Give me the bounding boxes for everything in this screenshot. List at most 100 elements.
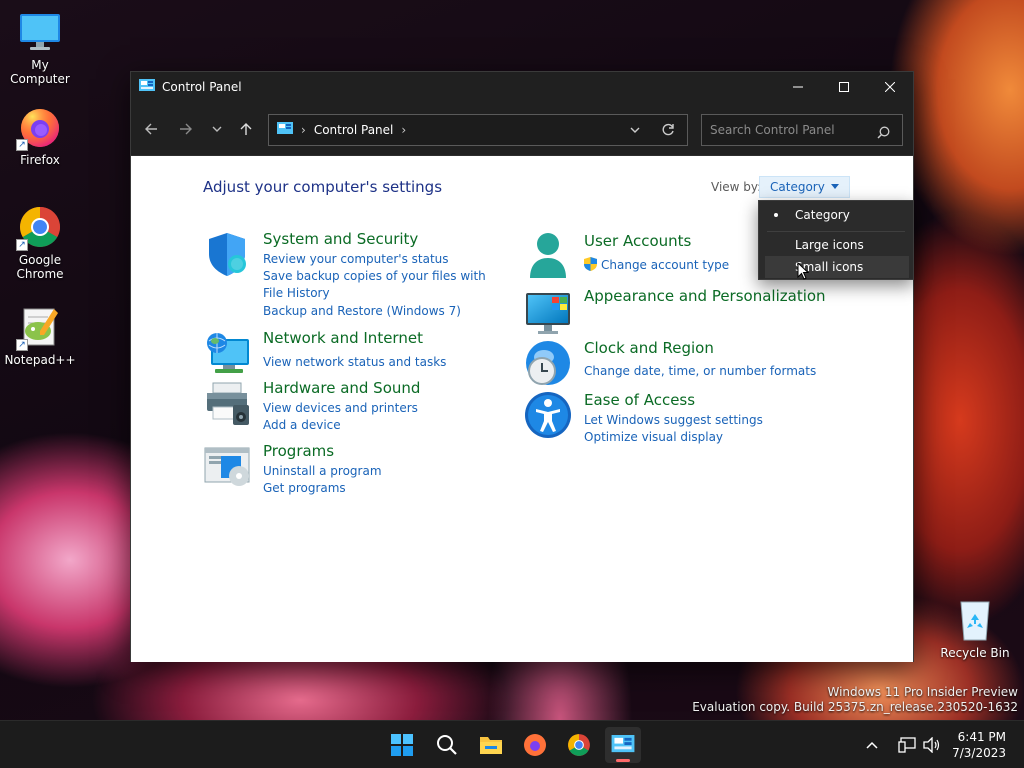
category-link[interactable]: Optimize visual display <box>584 429 824 446</box>
arrow-right-icon <box>180 123 192 135</box>
search-input[interactable] <box>710 123 870 137</box>
category-link[interactable]: Let Windows suggest settings <box>584 412 824 429</box>
active-app-indicator <box>616 759 630 762</box>
shortcut-arrow-icon: ↗ <box>16 239 28 251</box>
category-title[interactable]: Network and Internet <box>263 329 503 347</box>
volume-tray-icon[interactable] <box>923 721 941 768</box>
refresh-button[interactable] <box>661 123 675 140</box>
file-explorer-taskbar-button[interactable] <box>473 727 509 763</box>
up-button[interactable] <box>230 113 262 145</box>
window-title: Control Panel <box>162 80 242 94</box>
search-icon <box>437 735 457 755</box>
navigation-bar: › Control Panel › <box>131 102 913 156</box>
menu-item-small-icons[interactable]: Small icons <box>765 256 909 278</box>
close-button[interactable] <box>867 72 913 102</box>
breadcrumb-chevron-icon[interactable]: › <box>401 123 406 137</box>
arrow-left-icon <box>145 123 157 135</box>
chevron-down-icon <box>630 127 640 133</box>
maximize-icon <box>839 82 849 92</box>
speaker-icon <box>923 737 940 753</box>
desktop-icon-recycle-bin[interactable]: Recycle Bin <box>935 598 1015 660</box>
title-bar[interactable]: Control Panel <box>131 72 913 102</box>
category-link[interactable]: Uninstall a program <box>263 463 503 480</box>
breadcrumb-separator-icon: › <box>301 123 306 137</box>
desktop-icon-notepadpp[interactable]: ↗ Notepad++ <box>0 305 80 367</box>
category-title[interactable]: Programs <box>263 442 503 460</box>
folder-icon <box>480 737 502 754</box>
category-link[interactable]: Save backup copies of your files with Fi… <box>263 268 503 302</box>
minimize-icon <box>793 86 803 88</box>
control-panel-icon <box>611 735 635 753</box>
chevron-up-icon <box>866 741 878 749</box>
menu-item-large-icons[interactable]: Large icons <box>765 234 909 256</box>
desktop-icon-label: My Computer <box>10 58 70 86</box>
monitor-icon <box>18 10 62 54</box>
control-panel-icon <box>277 121 293 139</box>
search-icon[interactable] <box>877 124 890 143</box>
chrome-taskbar-button[interactable] <box>561 727 597 763</box>
category-link[interactable]: Add a device <box>263 417 503 434</box>
notepad-plus-plus-icon: ↗ <box>16 305 62 351</box>
recent-locations-button[interactable] <box>201 113 233 145</box>
category-link[interactable]: Backup and Restore (Windows 7) <box>263 303 503 320</box>
show-hidden-icons-button[interactable] <box>866 721 878 768</box>
clock-time: 6:41 PM <box>957 730 1006 744</box>
category-title[interactable]: Hardware and Sound <box>263 379 503 397</box>
forward-button[interactable] <box>170 113 202 145</box>
category-link[interactable]: Review your computer's status <box>263 251 503 268</box>
category-title[interactable]: Ease of Access <box>584 391 824 409</box>
firefox-icon <box>524 734 546 756</box>
shortcut-arrow-icon: ↗ <box>16 139 28 151</box>
evaluation-watermark: Windows 11 Pro Insider Preview Evaluatio… <box>692 685 1018 714</box>
mouse-cursor-icon <box>797 262 809 280</box>
printer-icon <box>203 379 251 427</box>
back-button[interactable] <box>135 113 167 145</box>
clock-globe-icon <box>524 339 572 387</box>
firefox-icon: ↗ <box>16 105 62 151</box>
category-link[interactable]: Change account type <box>601 257 729 274</box>
clock[interactable]: 6:41 PM 7/3/2023 <box>952 729 1006 761</box>
maximize-button[interactable] <box>821 72 867 102</box>
chrome-icon: ↗ <box>16 205 62 251</box>
taskbar: 6:41 PM 7/3/2023 <box>0 720 1024 768</box>
chrome-icon <box>568 734 590 756</box>
address-bar[interactable]: › Control Panel › <box>268 114 688 146</box>
desktop-icon-label: Notepad++ <box>4 353 76 367</box>
caret-down-icon <box>830 184 839 189</box>
network-globe-icon <box>203 329 251 377</box>
view-by-dropdown[interactable]: Category <box>759 176 850 198</box>
desktop-icon-firefox[interactable]: ↗ Firefox <box>0 105 80 167</box>
shortcut-arrow-icon: ↗ <box>16 339 28 351</box>
start-button[interactable] <box>384 727 420 763</box>
network-tray-icon[interactable] <box>898 721 916 768</box>
desktop-icon-label: Recycle Bin <box>940 646 1010 660</box>
view-by-value: Category <box>770 180 825 194</box>
breadcrumb-control-panel[interactable]: Control Panel <box>314 123 394 137</box>
category-title[interactable]: Clock and Region <box>584 339 824 357</box>
view-by-label: View by: <box>711 180 762 194</box>
windows-logo-icon <box>391 734 413 756</box>
category-link[interactable]: View network status and tasks <box>263 354 503 371</box>
search-box[interactable] <box>701 114 903 146</box>
minimize-button[interactable] <box>775 72 821 102</box>
recycle-bin-icon <box>953 598 997 642</box>
menu-separator <box>767 231 905 232</box>
close-icon <box>885 82 895 92</box>
control-panel-taskbar-button[interactable] <box>605 727 641 763</box>
category-link[interactable]: Change date, time, or number formats <box>584 363 824 380</box>
category-title[interactable]: Appearance and Personalization <box>584 287 864 305</box>
category-link[interactable]: Get programs <box>263 480 503 497</box>
address-dropdown-button[interactable] <box>629 124 641 139</box>
search-taskbar-button[interactable] <box>429 727 465 763</box>
accessibility-icon <box>524 391 572 439</box>
shield-icon <box>203 230 251 278</box>
category-link[interactable]: View devices and printers <box>263 400 503 417</box>
desktop-icon-label: Firefox <box>20 153 60 167</box>
desktop-icon-my-computer[interactable]: My Computer <box>0 10 80 86</box>
menu-item-category[interactable]: Category <box>765 204 909 226</box>
category-title[interactable]: System and Security <box>263 230 503 248</box>
firefox-taskbar-button[interactable] <box>517 727 553 763</box>
network-icon <box>898 737 916 753</box>
user-accounts-icon <box>524 230 572 278</box>
desktop-icon-chrome[interactable]: ↗ Google Chrome <box>0 205 80 281</box>
